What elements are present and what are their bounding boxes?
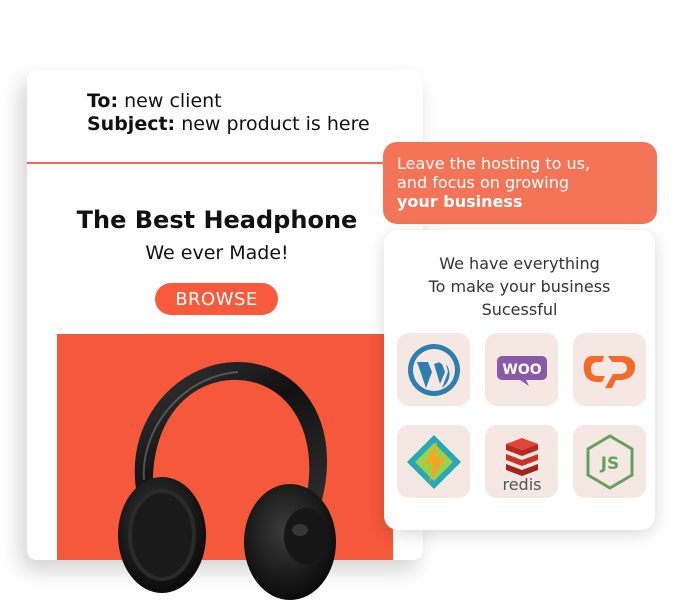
subject-value: new product is here	[181, 113, 370, 135]
headphones-image	[118, 361, 336, 600]
redis-icon: redis	[502, 437, 541, 492]
subject-label: Subject:	[87, 113, 176, 135]
hosting-callout: Leave the hosting to us, and focus on gr…	[383, 142, 657, 224]
callout-line-3: your business	[397, 192, 523, 211]
email-header: To: new client Subject: new product is h…	[27, 70, 423, 164]
email-subject-line: Subject: new product is here	[87, 113, 370, 135]
redis-tile[interactable]: redis	[485, 425, 558, 498]
redis-text: redis	[502, 475, 541, 492]
tools-line-2: To make your business	[428, 277, 611, 296]
email-divider	[27, 162, 423, 164]
tools-line-1: We have everything	[439, 254, 600, 273]
promo-title: The Best Headphone	[76, 206, 358, 234]
to-value: new client	[124, 90, 222, 112]
cpanel-icon	[583, 355, 635, 388]
nodejs-tile[interactable]: JS	[573, 425, 646, 498]
cpanel-tile[interactable]	[573, 333, 646, 406]
tools-line-3: Sucessful	[481, 300, 558, 319]
woocommerce-tile[interactable]: WOO	[485, 333, 558, 406]
litespeed-tile[interactable]	[397, 425, 470, 498]
wordpress-icon	[407, 343, 460, 396]
callout-line-2: and focus on growing	[397, 173, 569, 192]
woo-text: WOO	[502, 362, 541, 378]
nodejs-icon: JS	[586, 433, 633, 490]
js-text: JS	[599, 454, 619, 474]
litespeed-icon	[406, 434, 461, 489]
browse-button[interactable]: BROWSE	[155, 283, 278, 315]
woocommerce-icon: WOO	[496, 355, 547, 386]
to-label: To:	[87, 90, 119, 112]
email-to-line: To: new client	[87, 90, 222, 112]
promo-subtitle: We ever Made!	[145, 242, 289, 264]
tools-card: We have everything To make your business…	[384, 230, 655, 530]
tools-text: We have everything To make your business…	[384, 252, 655, 321]
callout-line-1: Leave the hosting to us,	[397, 154, 591, 173]
wordpress-tile[interactable]	[397, 333, 470, 406]
